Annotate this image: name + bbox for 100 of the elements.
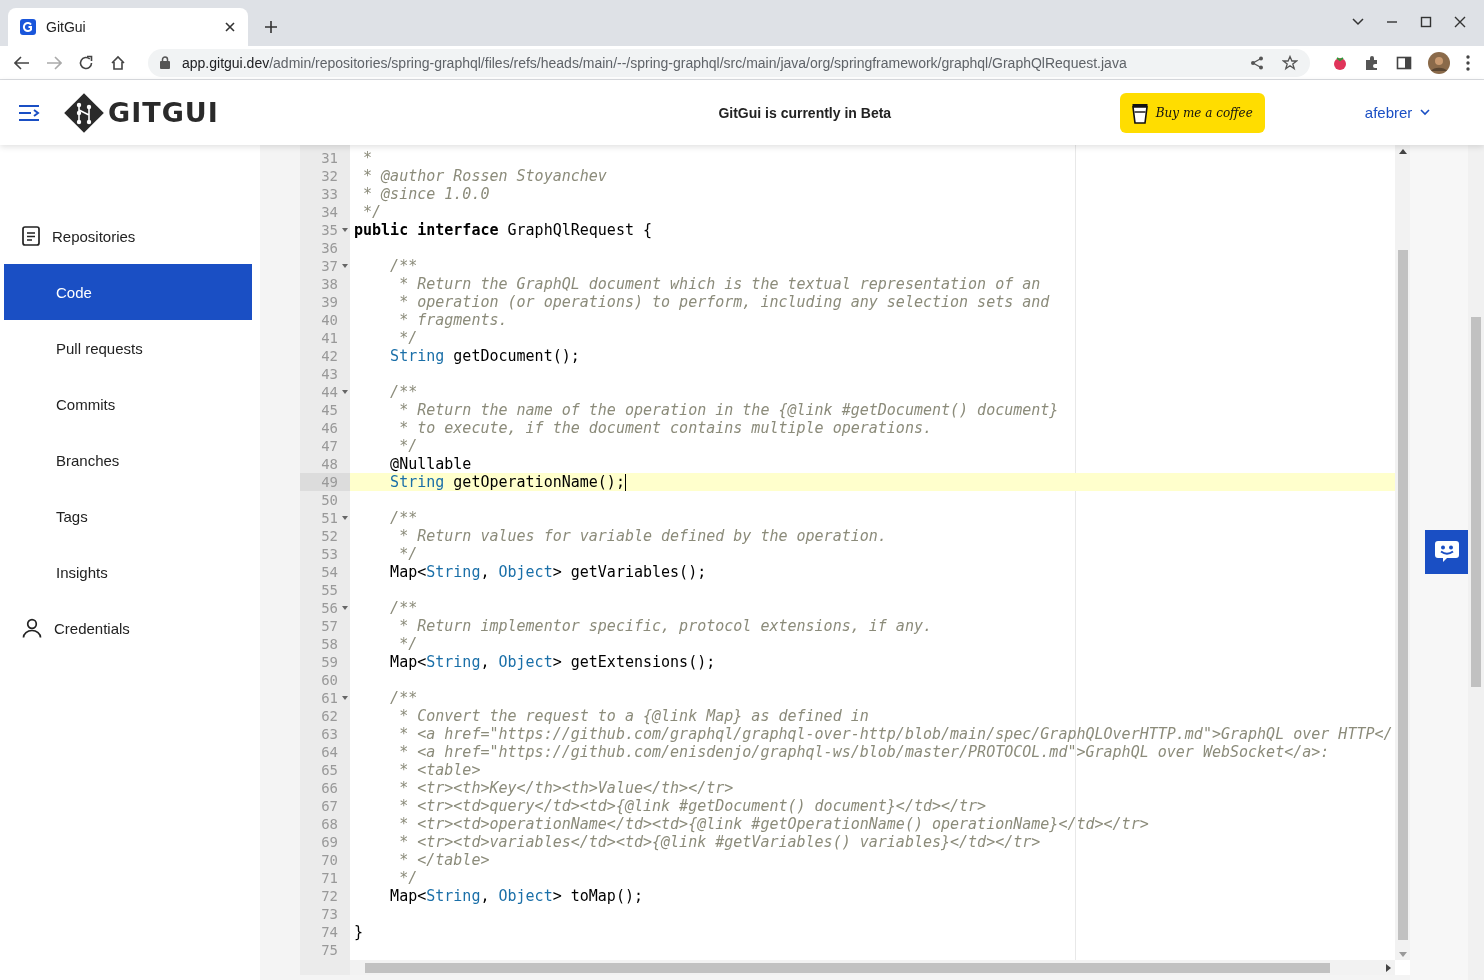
chevron-down-icon[interactable]	[1352, 18, 1364, 26]
list-icon	[22, 226, 40, 246]
line-number: 67	[321, 797, 339, 815]
close-icon[interactable]	[1454, 16, 1466, 28]
code-line: @Nullable	[389, 455, 472, 473]
avatar-icon[interactable]	[1428, 51, 1450, 74]
home-icon[interactable]	[110, 54, 126, 71]
code-line: * <a href="https://github.com/enisdenjo/graphql-ws/blob/master/PROTOCOL.md">GraphQL over WebSocket</a>:	[398, 743, 1330, 761]
scroll-up-icon[interactable]	[1399, 149, 1407, 154]
code-line: /**	[389, 689, 418, 707]
line-number: 37	[321, 257, 339, 275]
side-panel-icon[interactable]	[1396, 54, 1412, 71]
star-icon[interactable]	[1282, 54, 1298, 71]
coffee-button[interactable]: Buy me a coffee	[1119, 92, 1265, 133]
person-icon	[22, 618, 42, 638]
close-icon[interactable]	[224, 21, 236, 33]
scrollbar-thumb[interactable]	[365, 963, 1330, 973]
code-line: * <table>	[398, 761, 481, 779]
cup-icon	[1131, 101, 1148, 124]
line-number: 32	[321, 167, 339, 185]
line-number: 74	[321, 923, 339, 941]
more-icon[interactable]	[1466, 54, 1470, 71]
browser-tab[interactable]: GitGui	[8, 8, 248, 46]
line-number: 38	[321, 275, 339, 293]
text-cursor	[624, 473, 626, 491]
line-number: 53	[321, 545, 339, 563]
chat-button[interactable]	[1425, 530, 1469, 574]
line-number: 62	[321, 707, 339, 725]
line-number: 61	[321, 689, 339, 707]
line-number: 70	[321, 851, 339, 869]
code-line: * </table>	[398, 851, 490, 869]
line-number: 63	[321, 725, 339, 743]
logo-text: GITGUI	[108, 97, 219, 128]
sidebar-item[interactable]: Credentials	[4, 600, 252, 656]
sidebar-item[interactable]: Insights	[4, 544, 252, 600]
code-line: /**	[389, 383, 418, 401]
code-line: * <tr><td>operationName</td><td>{@link #getOperationName() operationName}</td></tr>	[398, 815, 1149, 833]
scroll-down-icon[interactable]	[1399, 952, 1407, 957]
sidebar-item[interactable]: Pull requests	[4, 320, 252, 376]
puzzle-icon[interactable]	[1364, 54, 1380, 71]
code-line: * <tr><td>variables</td><td>{@link #getVariables() variables}</td></tr>	[398, 833, 1041, 851]
code-line: */	[398, 437, 418, 455]
sidebar-item[interactable]: Branches	[4, 432, 252, 488]
code-line: Map<String, Object> getExtensions();	[389, 653, 716, 671]
line-number: 34	[321, 203, 339, 221]
user-menu[interactable]: afebrer	[1364, 104, 1431, 121]
fold-arrow-icon[interactable]	[342, 516, 348, 520]
line-number: 40	[321, 311, 339, 329]
code-line: * to execute, if the document contains multiple operations.	[398, 419, 932, 437]
line-number: 35	[321, 221, 339, 239]
code-line: */	[398, 869, 418, 887]
line-number: 58	[321, 635, 339, 653]
fold-arrow-icon[interactable]	[342, 696, 348, 700]
line-number: 64	[321, 743, 339, 761]
line-number: 75	[321, 941, 339, 959]
line-number: 71	[321, 869, 339, 887]
new-tab-icon[interactable]	[264, 20, 278, 34]
reload-icon[interactable]	[78, 54, 94, 71]
line-number: 56	[321, 599, 339, 617]
scrollbar-thumb[interactable]	[1471, 317, 1481, 687]
fold-arrow-icon[interactable]	[342, 390, 348, 394]
raspberry-icon[interactable]	[1332, 54, 1348, 71]
line-number: 49	[321, 473, 339, 491]
beta-notice: GitGui is currently in Beta	[717, 104, 893, 121]
scroll-right-icon[interactable]	[1386, 964, 1391, 972]
scrollbar-thumb[interactable]	[1398, 250, 1408, 940]
code-line: String getOperationName();	[389, 473, 625, 491]
chevron-down-icon	[1420, 109, 1431, 116]
line-number: 68	[321, 815, 339, 833]
menu-icon[interactable]	[18, 103, 40, 122]
share-icon[interactable]	[1250, 55, 1264, 70]
code-line: }	[354, 923, 364, 941]
line-number: 50	[321, 491, 339, 509]
code-line: *	[362, 149, 373, 167]
address-bar[interactable]: app.gitgui.dev/admin/repositories/spring-graphql/files/refs/heads/main/--/spring-graphql/src/main/java/org/springframework/graphql/GraphQlRequest.java	[148, 48, 1310, 77]
sidebar-item[interactable]: Code	[4, 264, 252, 320]
code-line: * Return the name of the operation in the {@link #getDocument() document}	[398, 401, 1059, 419]
code-line: * <tr><td>query</td><td>{@link #getDocument() document}</td></tr>	[398, 797, 987, 815]
code-line: * @since 1.0.0	[362, 185, 490, 203]
line-number: 41	[321, 329, 339, 347]
sidebar-item[interactable]: Tags	[4, 488, 252, 544]
sidebar-item[interactable]: Commits	[4, 376, 252, 432]
line-number: 46	[321, 419, 339, 437]
code-line: */	[398, 635, 418, 653]
line-number: 45	[321, 401, 339, 419]
code-line: * Return values for variable defined by the operation.	[398, 527, 887, 545]
code-line: * fragments.	[398, 311, 508, 329]
chat-smile-icon	[1434, 540, 1460, 564]
code-line: public interface GraphQlRequest {	[354, 221, 653, 239]
line-number: 43	[321, 365, 339, 383]
line-number: 55	[321, 581, 339, 599]
fold-arrow-icon[interactable]	[342, 606, 348, 610]
fold-arrow-icon[interactable]	[342, 228, 348, 232]
fold-arrow-icon[interactable]	[342, 264, 348, 268]
maximize-icon[interactable]	[1420, 16, 1432, 28]
sidebar-item[interactable]: Repositories	[4, 208, 252, 264]
lock-icon	[160, 56, 170, 69]
back-icon[interactable]	[14, 55, 30, 70]
line-number: 72	[321, 887, 339, 905]
line-number: 48	[321, 455, 339, 473]
